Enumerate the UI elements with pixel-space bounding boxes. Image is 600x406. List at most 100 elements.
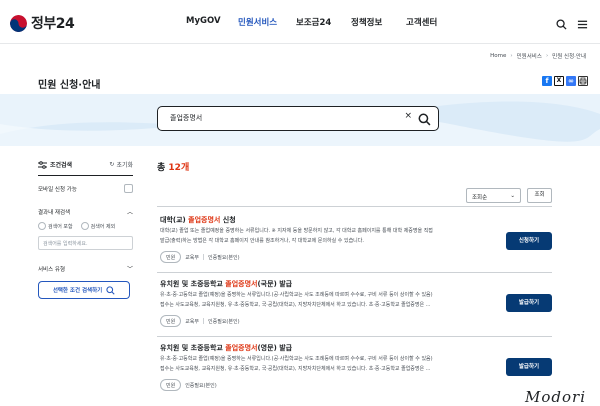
- nav-mygov[interactable]: MyGOV: [186, 16, 238, 28]
- chevron-down-icon: ⌄: [510, 193, 515, 198]
- research-row[interactable]: 결과내 재검색 ︿: [38, 207, 133, 216]
- service-type-row[interactable]: 서비스 유형 ﹀: [38, 264, 133, 273]
- sort-select-value: 조회순: [472, 193, 487, 198]
- title-highlight: 졸업증명서: [188, 216, 220, 224]
- issue-button[interactable]: 발급하기: [506, 358, 552, 376]
- taegeuk-logo-icon: [10, 15, 27, 32]
- filter-search-label: 선택한 조건 검색하기: [53, 286, 102, 294]
- sort-select[interactable]: 조회순 ⌄: [466, 188, 521, 203]
- type-tag: 민원: [160, 251, 181, 263]
- reset-button[interactable]: ↻ 초기화: [109, 160, 133, 169]
- description-line: 발급(출력)하는 방법은 각 대학교 홈페이지 안내를 참조하거나, 각 대학교…: [160, 237, 495, 247]
- breadcrumb-civil-service[interactable]: 민원서비스: [517, 52, 542, 60]
- result-title[interactable]: 대학(교) 졸업증명서 신청: [160, 215, 236, 225]
- result-card: 유치원 및 초중등학교 졸업증명서(영문) 발급 유·초·중·고등학교 졸업(예…: [157, 336, 552, 402]
- refresh-icon: ↻: [109, 161, 114, 168]
- x-icon[interactable]: X: [554, 76, 564, 86]
- breadcrumb-home[interactable]: Home: [490, 53, 506, 59]
- nav-subsidy[interactable]: 보조금24: [296, 16, 351, 28]
- result-tags: 민원 교육부 인증필요(본인): [160, 251, 240, 263]
- count-prefix: 총: [157, 163, 168, 173]
- print-icon[interactable]: [578, 76, 588, 86]
- description-line: 접수는 사도교육청, 교육지원청, 유·초·중등학교, 국·공립(대학교), 지…: [160, 365, 495, 375]
- auth-label: 인증필요(본인): [208, 254, 240, 261]
- title-text: 유치원 및 초중등학교: [160, 280, 225, 288]
- result-tags: 민원 교육부 인증필요(본인): [160, 315, 240, 327]
- result-count: 총 12개: [157, 160, 552, 173]
- filter-icon: [38, 161, 47, 169]
- result-tags: 민원 인증필요(본인): [160, 379, 217, 391]
- result-title[interactable]: 유치원 및 초중등학교 졸업증명서(영문) 발급: [160, 343, 292, 353]
- search-input-value: 졸업증명서: [170, 113, 202, 123]
- description-line: 대학(교) 졸업 또는 졸업예정을 증명하는 서류입니다. ※ 지자체 등을 방…: [160, 227, 495, 237]
- research-options: 검색어 포함 검색어 제외: [38, 222, 133, 230]
- radio-circle-icon: [38, 222, 46, 230]
- header-icons: [556, 15, 588, 34]
- description-line: 유·초·중·고등학교 졸업(예정)을 증명하는 서류입니다.(공·사립학교는 사…: [160, 355, 495, 365]
- title-text: 신청: [220, 216, 235, 224]
- filter-panel: 조건검색 ↻ 초기화 모바일 신청 가능 결과내 재검색 ︿ 검색어 포함 검색…: [38, 160, 133, 299]
- agency-label: 교육부: [185, 254, 199, 261]
- link-icon[interactable]: ∞: [566, 76, 576, 86]
- title-text: 대학(교): [160, 216, 188, 224]
- filter-title-wrap: 조건검색: [38, 160, 72, 169]
- logo[interactable]: 정부24: [10, 13, 74, 33]
- watermark: Modori: [525, 388, 586, 406]
- mobile-checkbox[interactable]: [124, 184, 133, 193]
- menu-icon[interactable]: [577, 15, 588, 34]
- description-line: 유·초·중·고등학교 졸업(예정)을 증명하는 서류입니다.(공·사립학교는 사…: [160, 291, 495, 301]
- research-label: 결과내 재검색: [38, 208, 70, 216]
- nav-customer-center[interactable]: 고객센터: [406, 16, 437, 28]
- title-text: (국문) 발급: [257, 280, 292, 288]
- title-text: 유치원 및 초중등학교: [160, 344, 225, 352]
- facebook-icon[interactable]: f: [542, 76, 552, 86]
- agency-label: 교육부: [185, 318, 199, 325]
- auth-label: 인증필요(본인): [208, 318, 240, 325]
- radio-include-label: 검색어 포함: [48, 223, 73, 230]
- result-description: 대학(교) 졸업 또는 졸업예정을 증명하는 서류입니다. ※ 지자체 등을 방…: [160, 227, 495, 246]
- search-input[interactable]: 졸업증명서 ×: [157, 106, 439, 131]
- type-tag: 민원: [160, 379, 181, 391]
- research-input-placeholder: 검색어를 입력하세요.: [43, 241, 88, 247]
- result-title[interactable]: 유치원 및 초중등학교 졸업증명서(국문) 발급: [160, 279, 292, 289]
- result-description: 유·초·중·고등학교 졸업(예정)을 증명하는 서류입니다.(공·사립학교는 사…: [160, 355, 495, 374]
- divider: [203, 254, 204, 260]
- result-card: 대학(교) 졸업증명서 신청 대학(교) 졸업 또는 졸업예정을 증명하는 서류…: [157, 206, 552, 266]
- divider: [203, 318, 204, 324]
- reset-label: 초기화: [116, 160, 133, 169]
- chevron-right-icon: ›: [510, 53, 512, 59]
- issue-button[interactable]: 발급하기: [506, 294, 552, 312]
- description-line: 접수는 사도교육청, 교육지원청, 유·초·중등학교, 국·공립(대학교), 지…: [160, 301, 495, 311]
- nav-policy[interactable]: 정책정보: [351, 16, 406, 28]
- chevron-up-icon: ︿: [127, 207, 133, 216]
- radio-exclude[interactable]: 검색어 제외: [81, 222, 116, 230]
- main-nav: MyGOV 민원서비스 보조금24 정책정보 고객센터: [186, 16, 437, 28]
- result-card: 유치원 및 초중등학교 졸업증명서(국문) 발급 유·초·중·고등학교 졸업(예…: [157, 272, 552, 336]
- title-highlight: 졸업증명서: [225, 280, 257, 288]
- auth-label: 인증필요(본인): [185, 382, 217, 389]
- results-area: 총 12개 조회순 ⌄ 조회 대학(교) 졸업증명서 신청 대학(교) 졸업 또…: [157, 160, 552, 173]
- search-icon[interactable]: [556, 15, 567, 34]
- filter-title: 조건검색: [50, 160, 72, 169]
- research-input[interactable]: 검색어를 입력하세요.: [38, 236, 133, 250]
- logo-text: 정부24: [31, 13, 74, 33]
- result-description: 유·초·중·고등학교 졸업(예정)을 증명하는 서류입니다.(공·사립학교는 사…: [160, 291, 495, 310]
- radio-include[interactable]: 검색어 포함: [38, 222, 73, 230]
- search-icon[interactable]: [418, 111, 431, 130]
- apply-button[interactable]: 신청하기: [506, 232, 552, 250]
- close-icon[interactable]: ×: [404, 111, 412, 121]
- mobile-filter-row: 모바일 신청 가능: [38, 184, 133, 193]
- search-icon: [106, 286, 115, 295]
- service-type-label: 서비스 유형: [38, 265, 65, 273]
- radio-exclude-label: 검색어 제외: [91, 223, 116, 230]
- sort-button[interactable]: 조회: [527, 188, 552, 203]
- share-tools: f X ∞: [542, 76, 588, 86]
- count-suffix: 개: [181, 163, 189, 173]
- radio-circle-icon: [81, 222, 89, 230]
- nav-civil-service[interactable]: 민원서비스: [238, 16, 296, 28]
- top-navigation: 정부24 MyGOV 민원서비스 보조금24 정책정보 고객센터: [0, 0, 600, 44]
- page-title: 민원 신청·안내: [38, 76, 100, 91]
- type-tag: 민원: [160, 315, 181, 327]
- filter-search-button[interactable]: 선택한 조건 검색하기: [38, 281, 130, 299]
- title-highlight: 졸업증명서: [225, 344, 257, 352]
